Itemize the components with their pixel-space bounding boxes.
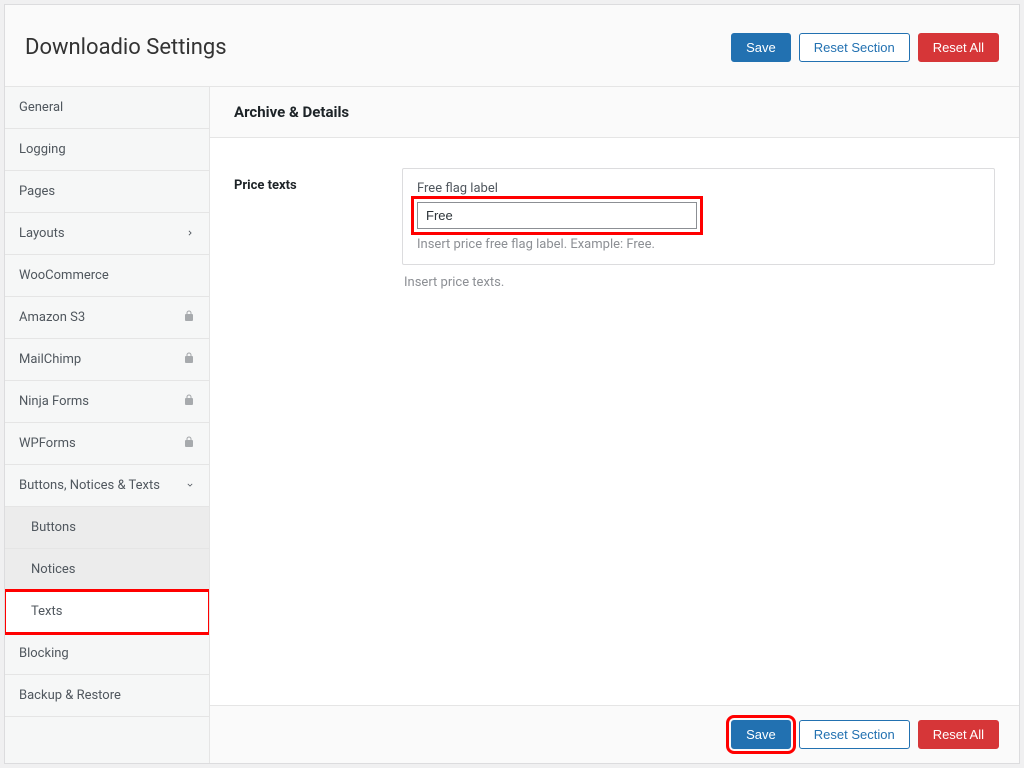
content-area: Archive & Details Price texts Free flag … (210, 87, 1019, 763)
chevron-down-icon (185, 479, 195, 493)
save-button-top[interactable]: Save (731, 33, 791, 62)
sidebar-item-label: Logging (19, 142, 66, 157)
section-title: Archive & Details (210, 87, 1019, 138)
input-help-text: Insert price free flag label. Example: F… (417, 237, 980, 252)
outside-help-text: Insert price texts. (404, 275, 995, 290)
free-flag-input[interactable] (417, 202, 697, 229)
sidebar-item-label: WPForms (19, 436, 76, 451)
sidebar-item-logging[interactable]: Logging (5, 129, 209, 171)
lock-icon (183, 394, 195, 409)
sidebar-item-label: Backup & Restore (19, 688, 121, 703)
sidebar-item-label: WooCommerce (19, 268, 109, 283)
input-label: Free flag label (417, 181, 980, 196)
reset-section-button-bottom[interactable]: Reset Section (799, 720, 910, 749)
save-button-bottom[interactable]: Save (731, 720, 791, 749)
sidebar-item-buttons-notices-texts[interactable]: Buttons, Notices & Texts (5, 465, 209, 507)
reset-section-button-top[interactable]: Reset Section (799, 33, 910, 62)
sidebar-item-label: General (19, 100, 63, 115)
sidebar-item-label: Ninja Forms (19, 394, 89, 409)
sidebar-item-amazon-s3[interactable]: Amazon S3 (5, 297, 209, 339)
field-content: Free flag label Insert price free flag l… (402, 168, 995, 290)
page-title: Downloadio Settings (25, 35, 227, 60)
sidebar-item-label: Buttons, Notices & Texts (19, 478, 160, 493)
section-body: Price texts Free flag label Insert price… (210, 138, 1019, 705)
settings-sidebar: General Logging Pages Layouts WooCommerce Ama… (5, 87, 210, 763)
sidebar-item-label: MailChimp (19, 352, 81, 367)
sidebar-item-label: Pages (19, 184, 55, 199)
sidebar-item-blocking[interactable]: Blocking (5, 633, 209, 675)
reset-all-button-bottom[interactable]: Reset All (918, 720, 999, 749)
sidebar-item-notices[interactable]: Notices (5, 549, 209, 591)
sidebar-item-mailchimp[interactable]: MailChimp (5, 339, 209, 381)
sidebar-item-texts[interactable]: Texts (5, 591, 209, 633)
sidebar-item-label: Blocking (19, 646, 69, 661)
field-label: Price texts (234, 168, 402, 193)
body-wrap: General Logging Pages Layouts WooCommerce Ama… (5, 87, 1019, 763)
header-bar: Downloadio Settings Save Reset Section R… (5, 5, 1019, 87)
lock-icon (183, 436, 195, 451)
lock-icon (183, 352, 195, 367)
reset-all-button-top[interactable]: Reset All (918, 33, 999, 62)
lock-icon (183, 310, 195, 325)
sidebar-item-layouts[interactable]: Layouts (5, 213, 209, 255)
sidebar-item-general[interactable]: General (5, 87, 209, 129)
sidebar-item-label: Texts (31, 604, 62, 619)
footer-bar: Save Reset Section Reset All (210, 705, 1019, 763)
sidebar-item-label: Buttons (31, 520, 76, 535)
sidebar-item-label: Layouts (19, 226, 65, 241)
header-actions: Save Reset Section Reset All (731, 33, 999, 62)
sidebar-item-label: Notices (31, 562, 76, 577)
chevron-right-icon (185, 227, 195, 241)
sidebar-item-woocommerce[interactable]: WooCommerce (5, 255, 209, 297)
field-row: Price texts Free flag label Insert price… (234, 168, 995, 290)
sidebar-item-pages[interactable]: Pages (5, 171, 209, 213)
sidebar-item-buttons[interactable]: Buttons (5, 507, 209, 549)
sidebar-item-wpforms[interactable]: WPForms (5, 423, 209, 465)
sidebar-item-label: Amazon S3 (19, 310, 85, 325)
panel-box: Free flag label Insert price free flag l… (402, 168, 995, 265)
sidebar-item-ninja-forms[interactable]: Ninja Forms (5, 381, 209, 423)
sidebar-item-backup-restore[interactable]: Backup & Restore (5, 675, 209, 717)
settings-panel: Downloadio Settings Save Reset Section R… (4, 4, 1020, 764)
